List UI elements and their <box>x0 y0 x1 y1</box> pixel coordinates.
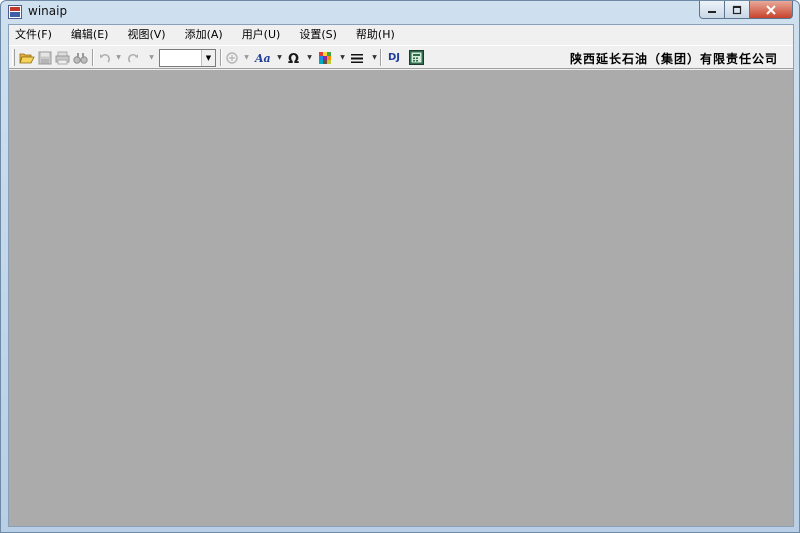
toolbar: ▼ ▼ ▼ ▼ Aa ▼ Ω ▼ ▼ ▼ DJ 陕西延长石油（集团）有限责任公司 <box>9 45 793 69</box>
undo-icon <box>99 53 110 63</box>
app-icon[interactable] <box>8 5 22 19</box>
redo-button[interactable] <box>124 49 141 66</box>
font-size-combo[interactable]: ▼ <box>159 49 216 67</box>
redo-icon <box>127 53 138 63</box>
maximize-button[interactable] <box>725 1 750 19</box>
maximize-icon <box>732 5 742 14</box>
menu-help[interactable]: 帮助(H) <box>350 25 401 44</box>
svg-text:Ω: Ω <box>288 52 299 65</box>
close-icon <box>766 4 776 15</box>
font-button[interactable]: Aa <box>253 49 275 66</box>
menu-user[interactable]: 用户(U) <box>236 25 287 44</box>
open-folder-button[interactable] <box>18 49 35 66</box>
zoom-icon <box>225 51 238 64</box>
document-workspace[interactable] <box>9 70 793 526</box>
menu-view[interactable]: 视图(V) <box>121 25 171 44</box>
menu-add[interactable]: 添加(A) <box>179 25 229 44</box>
color-dropdown-arrow[interactable]: ▼ <box>339 49 346 66</box>
calculator-button[interactable] <box>408 49 425 66</box>
color-palette-button[interactable] <box>316 49 333 66</box>
symbol-icon: Ω <box>288 52 299 65</box>
line-style-icon <box>350 53 363 63</box>
toolbar-separator <box>92 49 94 66</box>
menu-file[interactable]: 文件(F) <box>9 25 58 44</box>
save-icon <box>38 51 51 64</box>
menu-settings[interactable]: 设置(S) <box>293 25 343 44</box>
color-palette-icon <box>318 51 331 64</box>
chevron-down-icon[interactable]: ▼ <box>201 50 215 66</box>
toolbar-grip[interactable] <box>12 49 15 66</box>
calculator-icon <box>409 50 424 65</box>
symbol-dropdown-arrow[interactable]: ▼ <box>306 49 313 66</box>
find-icon <box>73 52 88 64</box>
font-icon: Aa <box>254 52 271 65</box>
print-button[interactable] <box>54 49 71 66</box>
window-title: winaip <box>28 4 68 18</box>
line-style-dropdown-arrow[interactable]: ▼ <box>371 49 378 66</box>
dj-icon: DJ <box>387 52 401 63</box>
zoom-dropdown-arrow[interactable]: ▼ <box>243 49 250 66</box>
open-folder-icon <box>18 53 35 63</box>
title-bar[interactable]: winaip <box>1 1 799 23</box>
save-button[interactable] <box>36 49 53 66</box>
font-dropdown-arrow[interactable]: ▼ <box>276 49 283 66</box>
redo-dropdown-arrow[interactable]: ▼ <box>148 49 155 66</box>
menu-bar: 文件(F) 编辑(E) 视图(V) 添加(A) 用户(U) 设置(S) 帮助(H… <box>9 25 793 44</box>
undo-button[interactable] <box>96 49 113 66</box>
find-button[interactable] <box>72 49 89 66</box>
print-icon <box>55 51 70 64</box>
toolbar-separator <box>220 49 222 66</box>
minimize-button[interactable] <box>699 1 725 19</box>
caption-buttons <box>699 1 793 19</box>
undo-dropdown-arrow[interactable]: ▼ <box>115 49 122 66</box>
symbol-button[interactable]: Ω <box>285 49 302 66</box>
client-area: 文件(F) 编辑(E) 视图(V) 添加(A) 用户(U) 设置(S) 帮助(H… <box>8 24 794 527</box>
main-window: winaip 文件(F) 编辑(E) 视图(V) 添加(A) 用户(U) 设置(… <box>0 0 800 533</box>
line-style-button[interactable] <box>348 49 365 66</box>
zoom-button[interactable] <box>223 49 240 66</box>
dj-button[interactable]: DJ <box>384 49 404 66</box>
svg-text:Aa: Aa <box>254 52 271 65</box>
close-button[interactable] <box>750 1 793 19</box>
company-name: 陕西延长石油（集团）有限责任公司 <box>569 52 778 66</box>
menu-edit[interactable]: 编辑(E) <box>65 25 115 44</box>
minimize-icon <box>708 10 716 13</box>
toolbar-separator <box>380 49 382 66</box>
